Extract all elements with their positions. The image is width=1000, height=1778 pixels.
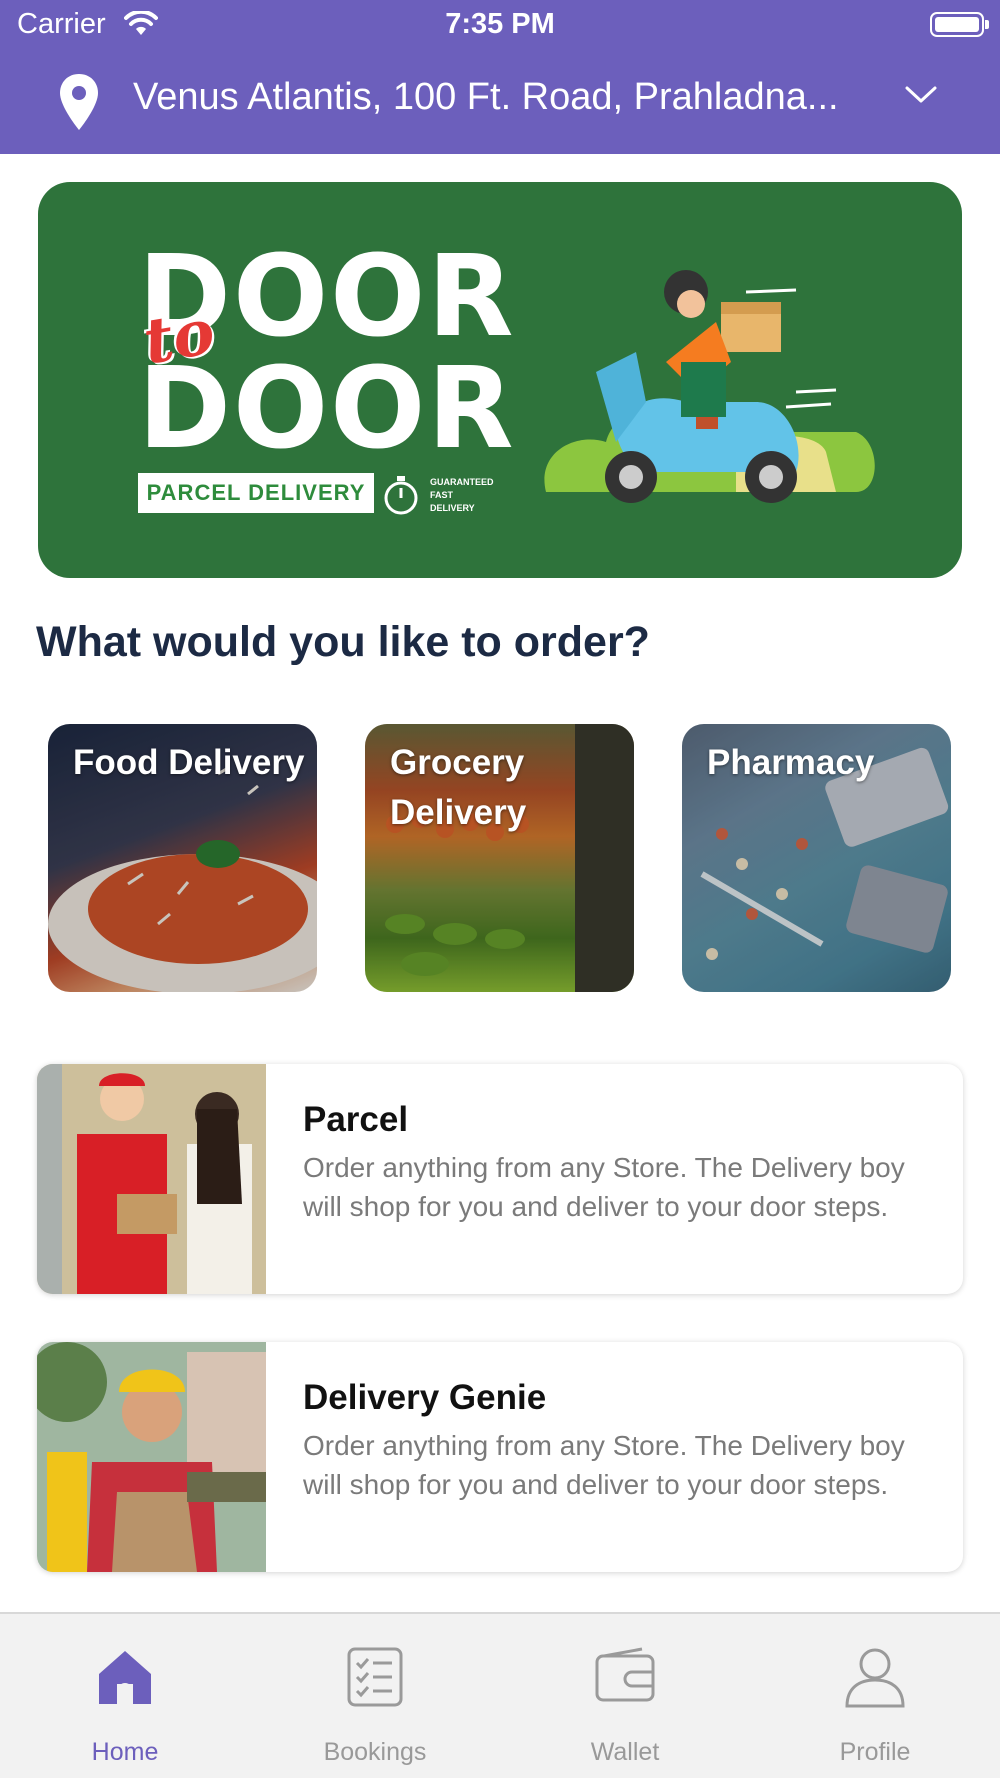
location-selector[interactable]: Venus Atlantis, 100 Ft. Road, Prahladna.…	[0, 62, 1000, 142]
tab-bookings[interactable]: Bookings	[250, 1614, 500, 1778]
home-icon	[94, 1646, 156, 1713]
status-bar: Carrier 7:35 PM	[0, 0, 1000, 50]
banner-connector: to	[138, 294, 220, 379]
tab-profile[interactable]: Profile	[750, 1614, 1000, 1778]
guarantee-text: GUARANTEED FAST DELIVERY	[430, 477, 494, 513]
promo-banner[interactable]: DOOR DOOR to PARCEL DELIVERY GUARANTEED …	[38, 182, 962, 578]
chevron-down-icon[interactable]	[904, 84, 938, 111]
delivery-genie-photo	[37, 1342, 266, 1572]
bottom-tab-bar: Home Bookings Wallet Profile	[0, 1612, 1000, 1778]
location-pin-icon	[58, 72, 100, 137]
wallet-icon	[594, 1646, 656, 1713]
service-description: Order anything from any Store. The Deliv…	[303, 1430, 905, 1500]
service-title: Parcel	[303, 1100, 409, 1139]
delivery-address[interactable]: Venus Atlantis, 100 Ft. Road, Prahladna.…	[133, 76, 893, 119]
category-label: Food Delivery	[73, 743, 305, 782]
section-title: What would you like to order?	[36, 618, 650, 666]
clock: 7:35 PM	[445, 8, 555, 40]
category-grocery-delivery[interactable]: Grocery Delivery	[365, 724, 634, 992]
service-title: Delivery Genie	[303, 1378, 547, 1417]
app-header: Carrier 7:35 PM Venus Atlantis, 100 Ft. …	[0, 0, 1000, 154]
tab-label: Wallet	[590, 1738, 660, 1766]
service-description: Order anything from any Store. The Deliv…	[303, 1152, 905, 1222]
banner-tag: PARCEL DELIVERY	[138, 473, 374, 513]
category-label: Pharmacy	[707, 743, 875, 782]
checklist-icon	[344, 1646, 406, 1713]
tab-label: Home	[91, 1738, 159, 1766]
tab-home[interactable]: Home	[0, 1614, 250, 1778]
person-icon	[844, 1646, 906, 1713]
battery-icon	[930, 12, 984, 37]
tab-label: Bookings	[323, 1738, 427, 1766]
parcel-photo	[37, 1064, 266, 1294]
tab-label: Profile	[839, 1738, 911, 1766]
category-food-delivery[interactable]: Food Delivery	[48, 724, 317, 992]
service-card-delivery-genie[interactable]: Delivery Genie Order anything from any S…	[37, 1342, 963, 1572]
category-pharmacy[interactable]: Pharmacy	[682, 724, 951, 992]
category-label: Grocery Delivery	[390, 743, 527, 832]
scooter-rider-illustration	[536, 252, 876, 527]
tab-wallet[interactable]: Wallet	[500, 1614, 750, 1778]
battery-tip	[985, 20, 989, 29]
service-card-parcel[interactable]: Parcel Order anything from any Store. Th…	[37, 1064, 963, 1294]
stopwatch-icon	[382, 474, 420, 521]
